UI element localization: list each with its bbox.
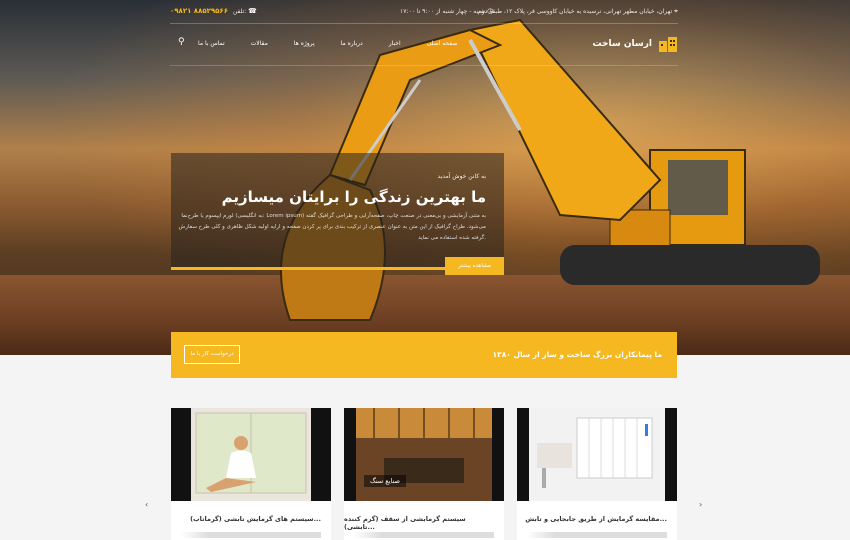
phone-number[interactable]: ۰۹۸۲۱ ۸۸۵۲۹۵۶۶ bbox=[170, 7, 228, 15]
phone-info: ۰۹۸۲۱ ۸۸۵۲۹۵۶۶ تلفن: ☎ bbox=[170, 7, 257, 15]
logo-text: ارسان ساخت bbox=[592, 39, 652, 49]
hero-description: لورم ایپسوم یا طرح‌نما (به انگلیسی: Lore… bbox=[178, 213, 487, 241]
article-card[interactable]: مقایسه گرمایش از طریق جابجایی و تابش... bbox=[517, 408, 677, 540]
article-card[interactable]: سیستم های گرمایش تابشی (گرماتاب)... bbox=[171, 408, 331, 540]
nav-menu: تماس با ما مقالات پروژه ها درباره ما اخب… bbox=[198, 40, 458, 47]
logo[interactable]: ارسان ساخت bbox=[592, 36, 678, 52]
search-icon[interactable]: ⚲ bbox=[178, 37, 190, 49]
phone-icon: ☎ bbox=[248, 7, 257, 15]
nav-item-contact[interactable]: تماس با ما bbox=[198, 40, 225, 47]
article-title[interactable]: سیستم گرمایشی از سقف (گرم کننده تابشی)..… bbox=[344, 515, 494, 531]
article-title[interactable]: سیستم های گرمایش تابشی (گرماتاب)... bbox=[190, 515, 321, 523]
woman-window-image bbox=[171, 408, 331, 501]
carousel-next-icon[interactable]: › bbox=[699, 500, 702, 509]
phone-label: تلفن: bbox=[232, 8, 247, 15]
working-hours-text: شنبه - چهار شنبه از ۹:۰۰ تا ۱۷:۰۰ bbox=[400, 8, 486, 15]
hero-headline: ما بهترین زندگی را برایتان میسازیم bbox=[221, 188, 486, 206]
contractor-banner: ما پیمانکاران بزرگ ساخت و ساز از سال ۱۳۸… bbox=[171, 332, 677, 378]
top-bar: ۰۹۸۲۱ ۸۸۵۲۹۵۶۶ تلفن: ☎ شنبه - چهار شنبه … bbox=[170, 0, 678, 24]
nav-item-articles[interactable]: مقالات bbox=[251, 40, 268, 47]
nav-item-home[interactable]: صفحه اصلی bbox=[427, 40, 458, 47]
address-info: تهران، خیابان مطهر تهرانی، نرسیده به خیا… bbox=[478, 7, 678, 16]
carousel-prev-icon[interactable]: ‹ bbox=[145, 500, 148, 509]
article-excerpt bbox=[354, 532, 494, 538]
article-card[interactable]: صنایع سنگ سیستم گرمایشی از سقف (گرم کنند… bbox=[344, 408, 504, 540]
request-work-button[interactable]: درخواست کار با ما bbox=[184, 345, 240, 364]
articles-carousel: مقایسه گرمایش از طریق جابجایی و تابش... … bbox=[171, 408, 677, 540]
nav-item-projects[interactable]: پروژه ها bbox=[294, 40, 315, 47]
banner-text: ما پیمانکاران بزرگ ساخت و ساز از سال ۱۳۸… bbox=[492, 350, 662, 359]
factory-image: صنایع سنگ bbox=[344, 408, 504, 501]
article-excerpt bbox=[527, 532, 667, 538]
article-excerpt bbox=[181, 532, 321, 538]
welcome-text: به کانن خوش آمدید bbox=[437, 173, 486, 180]
image-caption: صنایع سنگ bbox=[364, 475, 407, 487]
building-logo-icon bbox=[659, 37, 677, 52]
address-text: تهران، خیابان مطهر تهرانی، نرسیده به خیا… bbox=[477, 8, 673, 15]
nav-item-about[interactable]: درباره ما bbox=[341, 40, 363, 47]
read-more-button[interactable]: مشاهده بیشتر bbox=[445, 257, 504, 275]
nav-item-news[interactable]: اخبار bbox=[389, 40, 401, 47]
location-pin-icon: ⌖ bbox=[674, 7, 678, 15]
article-title[interactable]: مقایسه گرمایش از طریق جابجایی و تابش... bbox=[525, 515, 667, 523]
main-nav: ⚲ تماس با ما مقالات پروژه ها درباره ما ا… bbox=[170, 24, 678, 66]
hero-caption: به کانن خوش آمدید ما بهترین زندگی را برا… bbox=[171, 153, 504, 268]
radiator-image bbox=[517, 408, 677, 501]
